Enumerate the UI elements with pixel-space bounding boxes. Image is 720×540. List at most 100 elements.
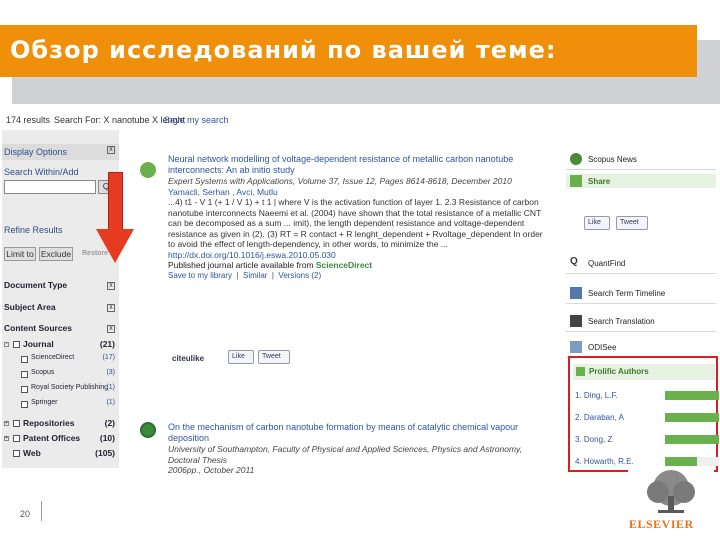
quantfind-icon: Q [570,256,578,267]
result-snippet: ...4) t1 - V 1 (+ 1 / V 1) + t 1 | where… [168,197,543,249]
source-label: Repositories [23,418,75,428]
source-label: Scopus [31,369,55,376]
result-item: Neural network modelling of voltage-depe… [168,154,546,281]
source-label: Patent Offices [23,433,81,443]
content-sources-facet[interactable]: Content Sources x [2,323,119,335]
document-type-facet[interactable]: Document Type x [2,280,119,292]
source-row[interactable]: Scopus (3) [2,369,119,381]
source-row[interactable]: Royal Society Publishing (1) [2,384,119,396]
source-label: Royal Society Publishing [31,384,109,391]
source-count: (105) [95,448,115,458]
source-label: Web [23,448,41,458]
odisee-item[interactable]: ODISee [566,336,716,358]
author-name[interactable]: 4. Howarth, R.E. [575,457,634,466]
author-bar-fill [665,413,719,422]
similar-link[interactable]: Similar [243,271,267,280]
checkbox[interactable] [21,401,28,408]
scopus-news-item[interactable]: Scopus News [566,148,716,170]
search-within-label: Search Within/Add [4,167,79,177]
result-item: On the mechanism of carbon nanotube form… [168,422,546,476]
odisee-label: ODISee [588,343,617,352]
quantfind-item[interactable]: Q QuantFind [566,252,716,274]
author-name[interactable]: 3. Dong, Z [575,435,612,444]
result-title[interactable]: On the mechanism of carbon nanotube form… [168,422,546,444]
checkbox[interactable] [13,435,20,442]
arrow-down-icon [96,229,134,263]
search-term-timeline-item[interactable]: Search Term Timeline [566,282,716,304]
versions-link[interactable]: Versions (2) [278,271,321,280]
result-authors[interactable]: Yamacli, Serhan , Avci, Mutlu [168,187,546,198]
share-icon [570,175,582,187]
result-doi-link[interactable]: http://dx.doi.org/10.1016/j.eswa.2010.05… [168,250,546,261]
expand-icon[interactable]: + [4,421,9,426]
prolific-authors-label: Prolific Authors [589,367,649,376]
source-count: (3) [106,369,115,376]
author-row[interactable]: 2. Daraban, A [573,408,719,428]
checkbox[interactable] [21,371,28,378]
expand-icon[interactable]: + [4,436,9,441]
expand-icon[interactable]: - [4,342,9,347]
source-row[interactable]: ScienceDirect (17) [2,354,119,366]
author-row[interactable]: 3. Dong, Z [573,430,719,450]
checkbox[interactable] [21,386,28,393]
limit-to-button[interactable]: Limit to [4,247,36,261]
expand-icon[interactable]: x [107,304,115,312]
checkbox[interactable] [13,341,20,348]
subject-area-label: Subject Area [4,302,56,312]
source-row[interactable]: + Patent Offices (10) [2,433,119,445]
expand-icon[interactable]: x [107,282,115,290]
tweet-button[interactable]: Tweet [616,216,648,230]
source-row[interactable]: - Journal (21) [2,339,119,351]
citeulike-link[interactable]: citeulike [172,354,204,365]
collapse-icon[interactable]: x [107,325,115,333]
tweet-button[interactable]: Tweet [258,350,290,364]
result-meta: Expert Systems with Applications, Volume… [168,176,512,186]
document-type-label: Document Type [4,280,68,290]
content-sources-label: Content Sources [4,323,73,333]
result-title[interactable]: Neural network modelling of voltage-depe… [168,154,546,176]
sciencedirect-link[interactable]: ScienceDirect [316,260,372,270]
source-count: (17) [102,354,115,361]
author-bar-fill [665,457,698,466]
timeline-icon [570,287,582,299]
source-label: Springer [31,399,58,406]
facebook-like-button[interactable]: Like [584,216,610,230]
author-name[interactable]: 1. Ding, L.F. [575,391,618,400]
page-number: 20 [20,509,31,519]
authors-icon [576,367,585,376]
display-options-header[interactable]: Display Options x [2,144,119,160]
save-to-library-link[interactable]: Save to my library [168,271,232,280]
source-row[interactable]: Web (105) [2,448,119,460]
subject-area-facet[interactable]: Subject Area x [2,302,119,314]
search-within-input[interactable] [4,180,96,194]
prolific-authors-header[interactable]: Prolific Authors [573,364,715,380]
journal-icon [140,162,156,178]
slide-title: Обзор исследований по вашей теме: [10,36,557,64]
facebook-like-button[interactable]: Like [228,350,254,364]
source-label: ScienceDirect [31,354,75,361]
checkbox[interactable] [13,450,20,457]
source-row[interactable]: Springer (1) [2,399,119,411]
source-count: (1) [106,384,115,391]
refine-sidebar: Display Options x Search Within/Add Q Re… [2,130,119,468]
result-actions: Save to my library | Similar | Versions … [168,270,322,280]
share-header[interactable]: Share [566,174,716,188]
checkbox[interactable] [21,356,28,363]
result-availability: Published journal article available from… [168,260,546,271]
share-label: Share [588,177,611,186]
author-row[interactable]: 1. Ding, L.F. [573,386,719,406]
search-translation-item[interactable]: Search Translation [566,310,716,332]
exclude-button[interactable]: Exclude [39,247,73,261]
save-search-link[interactable]: Save my search [164,115,229,125]
search-within-header: Search Within/Add [2,164,119,180]
search-translation-label: Search Translation [588,317,655,326]
source-count: (1) [106,399,115,406]
results-list: Neural network modelling of voltage-depe… [134,130,552,475]
translate-icon [570,315,582,327]
collapse-icon[interactable]: x [107,146,115,154]
results-bar: 174 results Search For: X nanotube X len… [2,110,718,130]
source-count: (10) [99,433,115,443]
checkbox[interactable] [13,420,20,427]
source-row[interactable]: + Repositories (2) [2,418,119,430]
author-name[interactable]: 2. Daraban, A [575,413,624,422]
